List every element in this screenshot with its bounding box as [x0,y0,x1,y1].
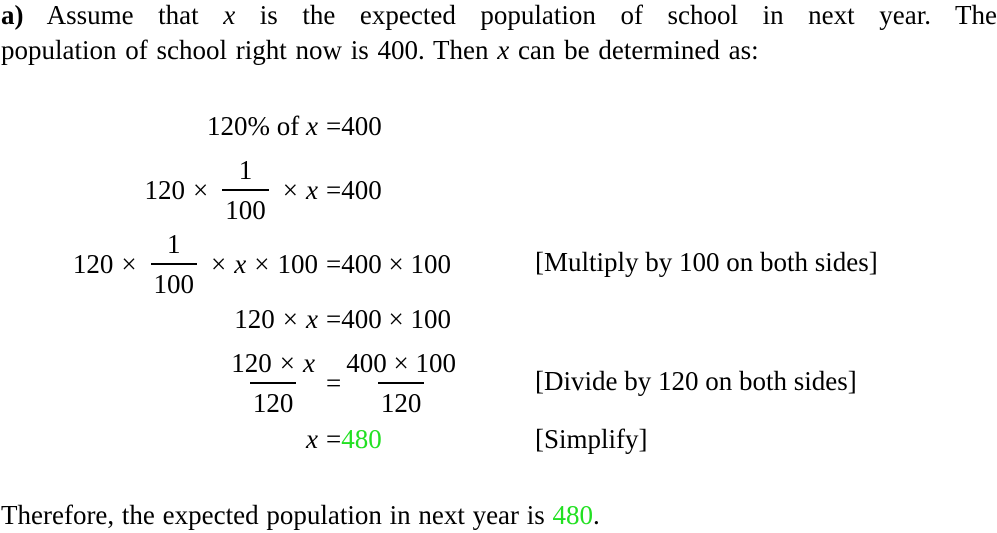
fraction: 1 100 [222,151,269,229]
equation-lhs: 120 × 1 100 × x × 100 [73,226,318,302]
variable-x: x [497,35,510,65]
equation-lhs: 120 × x [234,304,318,334]
part-label: a) [1,0,24,30]
equation-lhs: 120 × 1 100 × x [145,152,318,228]
fraction: 400 × 100 120 [343,344,459,422]
intro-paragraph: a) Assume that x is the expected populat… [1,0,997,68]
final-answer: 480 [552,500,594,530]
equation-rhs: = 480 [326,424,382,454]
equation-rhs: = 400 × 100 [326,248,451,279]
step-note-simplify: [Simplify] [535,424,648,454]
equation-lhs: x [306,424,318,454]
equation-rhs: = 400 [326,111,382,141]
step-note-multiply: [Multiply by 100 on both sides] [535,247,878,277]
answer-value: 480 [341,424,382,454]
variable-x: x [223,0,236,30]
equation-row-6: x = 480 [Simplify] [0,424,997,464]
equation-row-5: 120 × x 120 = 400 × 100 120 [Divide by 120… [0,344,997,422]
step-note-divide: [Divide by 120 on both sides] [535,366,857,396]
equation-lhs: 120% of x [207,111,318,141]
equation-rhs: = 400 × 100 120 [326,344,459,422]
equation-rhs: = 400 × 100 [326,304,451,334]
equation-row-3: 120 × 1 100 × x × 100 = 400 × 100 [Multip… [0,226,997,302]
fraction: 1 100 [150,225,198,303]
equation-row-1: 120% of x = 400 [0,98,997,158]
equation-rhs: = 400 [326,174,382,205]
intro-line-2: population of school right now is 400. T… [1,35,759,65]
intro-line-1: a) Assume that x is the expected populat… [1,0,997,30]
conclusion-sentence: Therefore, the expected population in ne… [1,500,600,530]
equation-row-2: 120 × 1 100 × x = 400 [0,152,997,228]
equation-row-4: 120 × x = 400 × 100 [0,302,997,342]
fraction: 120 × x 120 [228,344,318,422]
solution-document: a) Assume that x is the expected populat… [0,0,997,533]
equation-lhs: 120 × x 120 [228,344,318,422]
